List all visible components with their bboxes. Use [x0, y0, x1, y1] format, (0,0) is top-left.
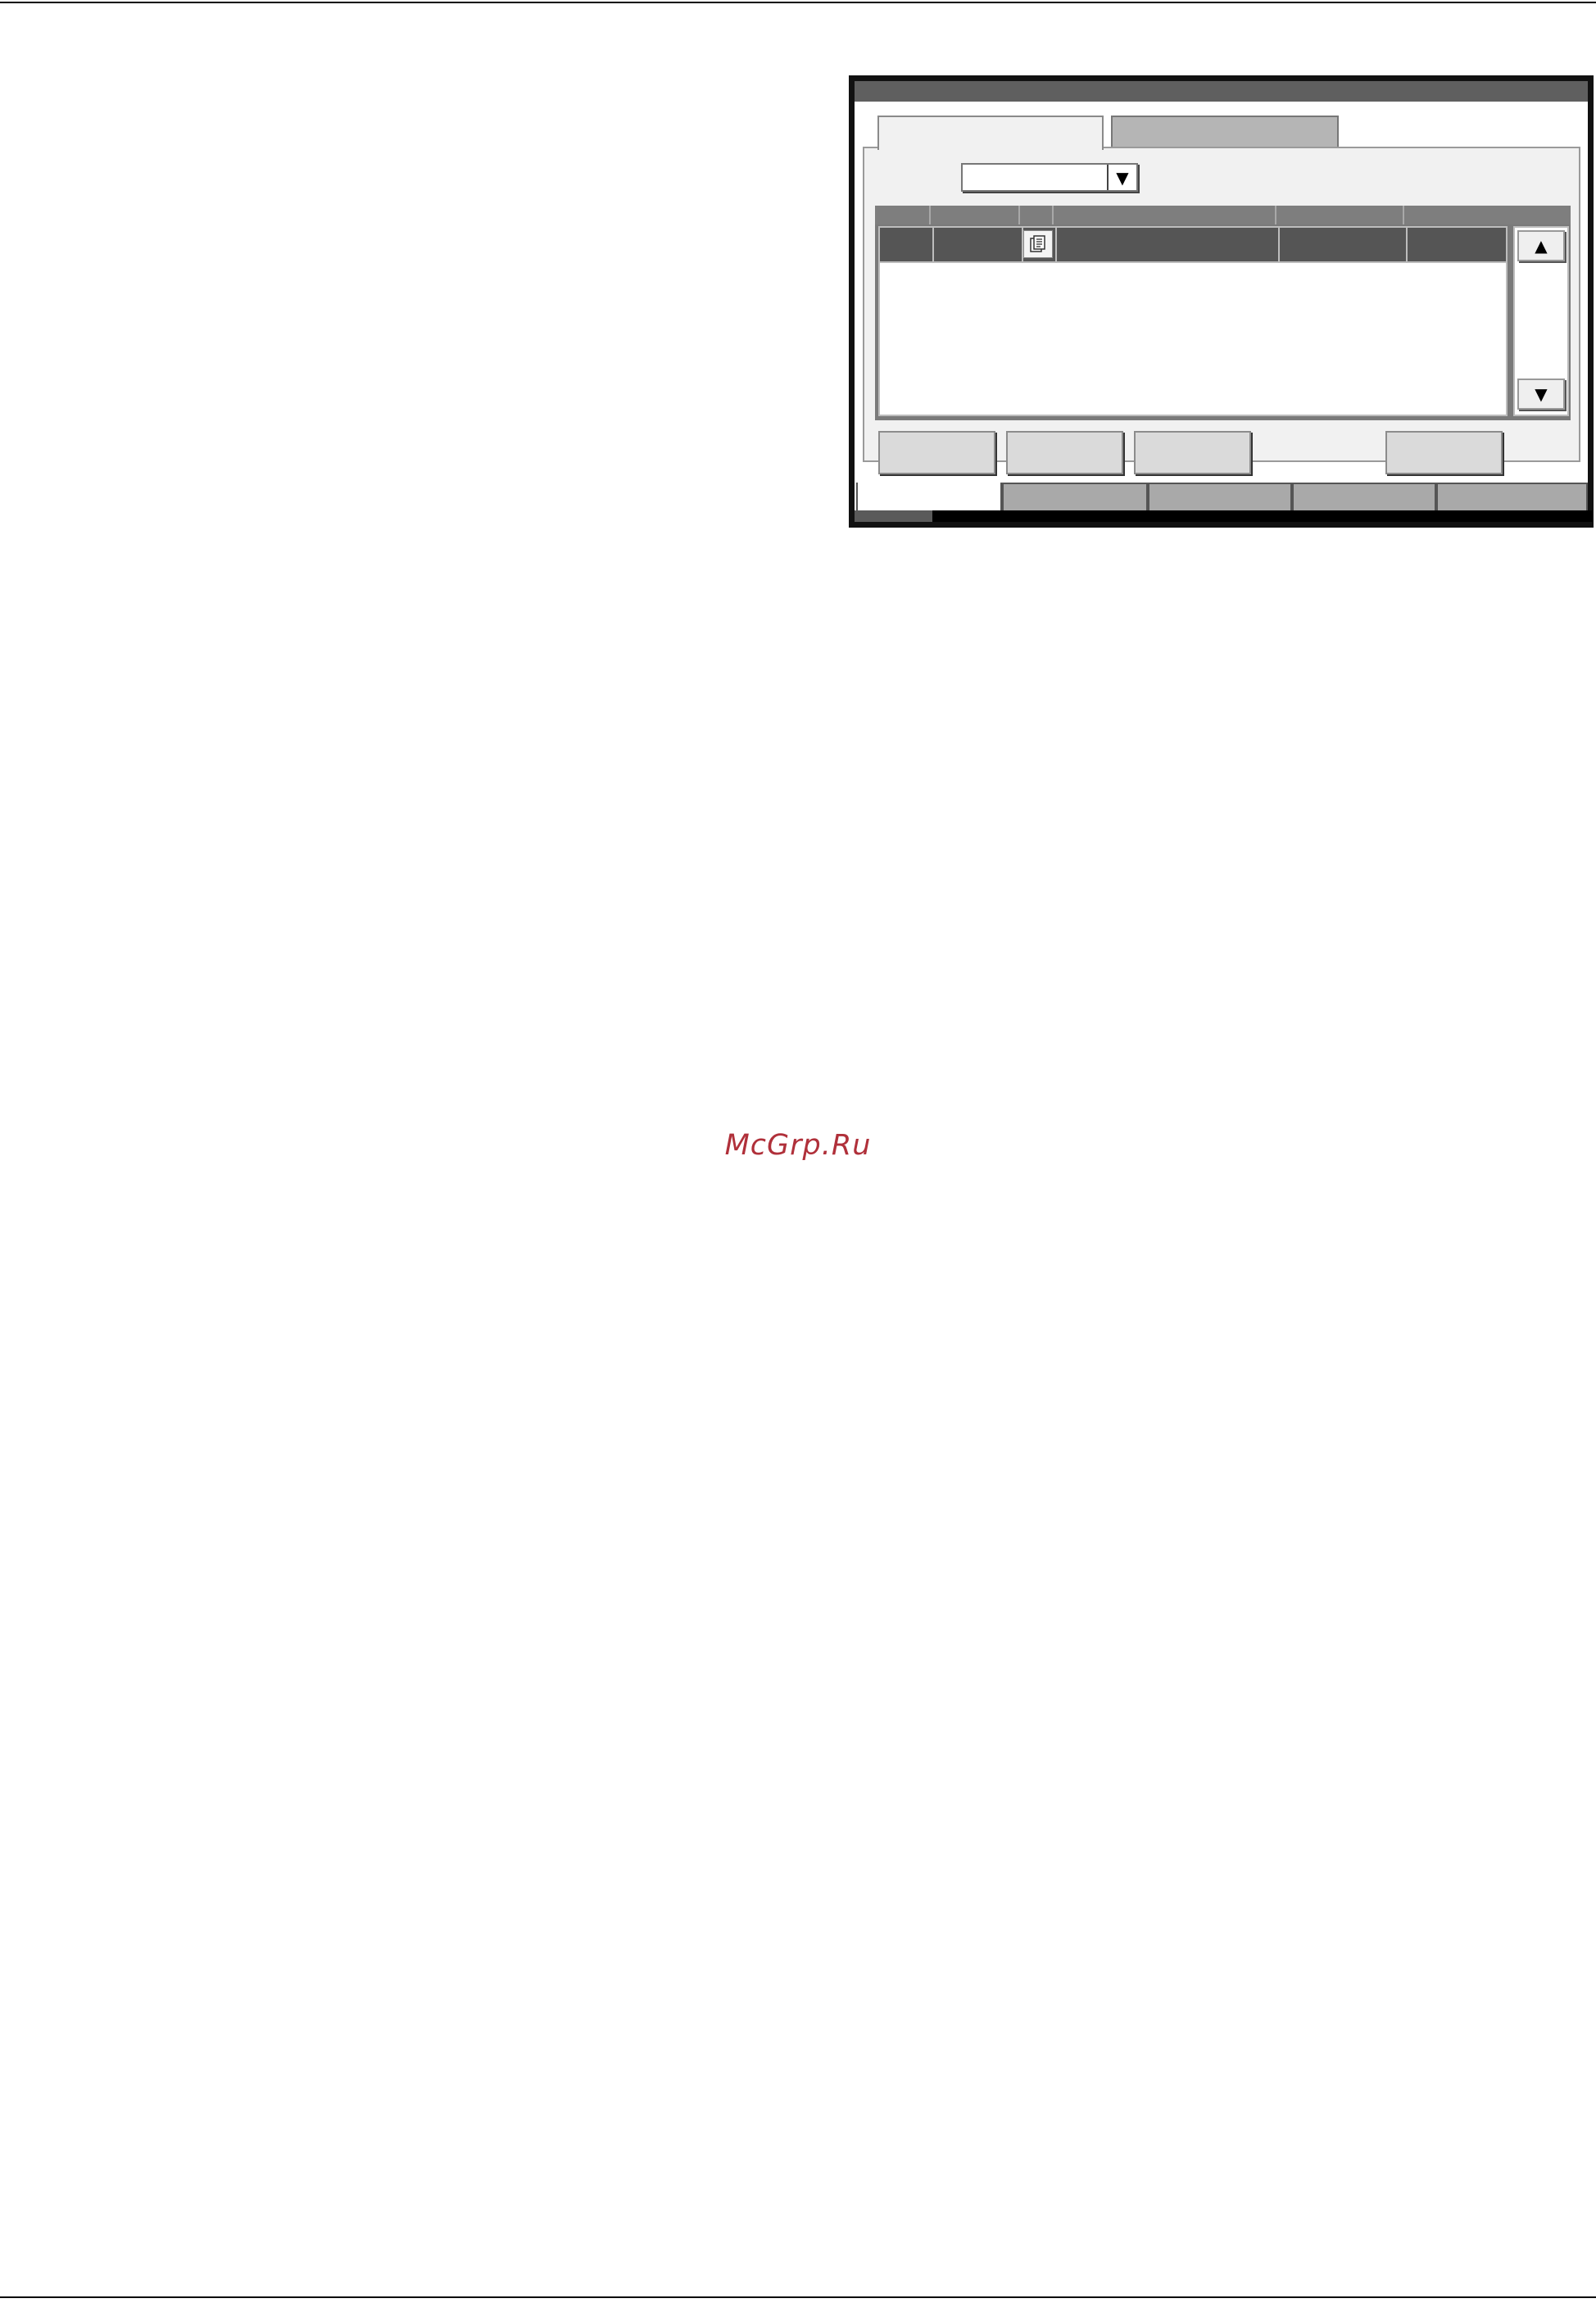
list-item[interactable]	[880, 228, 1506, 263]
list-body	[878, 226, 1508, 416]
scroll-down-button[interactable]: ▼	[1517, 379, 1565, 410]
chevron-down-icon[interactable]: ▼	[1107, 165, 1136, 190]
tab-1[interactable]	[877, 116, 1104, 150]
title-bar	[855, 81, 1588, 102]
column-divider	[1275, 206, 1276, 224]
job-list: ▲ ▼	[875, 206, 1571, 420]
status-indicator	[855, 510, 932, 522]
scrollbar[interactable]: ▲ ▼	[1513, 226, 1569, 416]
action-button-1[interactable]	[878, 431, 995, 474]
column-divider	[1052, 206, 1054, 224]
filter-dropdown[interactable]: ▼	[961, 163, 1138, 192]
tab-2[interactable]	[1111, 116, 1339, 148]
top-rule	[0, 2, 1596, 3]
column-divider	[1278, 228, 1280, 261]
document-icon	[1023, 230, 1053, 258]
action-button-2[interactable]	[1006, 431, 1123, 474]
device-panel: ▼ ▲ ▼	[849, 75, 1594, 528]
column-divider	[929, 206, 931, 224]
action-button-4[interactable]	[1385, 431, 1503, 474]
watermark-text: McGrp.Ru	[724, 1129, 872, 1162]
scroll-up-button[interactable]: ▲	[1517, 230, 1565, 261]
triangle-up-icon: ▲	[1535, 236, 1548, 256]
list-header	[875, 206, 1571, 224]
column-divider	[1406, 228, 1408, 261]
panel-screen: ▼ ▲ ▼	[855, 81, 1593, 522]
triangle-down-icon: ▼	[1535, 384, 1548, 404]
bottom-rule	[0, 2296, 1596, 2298]
column-divider	[1403, 206, 1404, 224]
status-bar	[855, 510, 1593, 522]
column-divider	[1018, 206, 1020, 224]
column-divider	[1055, 228, 1057, 261]
column-divider	[932, 228, 934, 261]
action-button-3[interactable]	[1134, 431, 1251, 474]
